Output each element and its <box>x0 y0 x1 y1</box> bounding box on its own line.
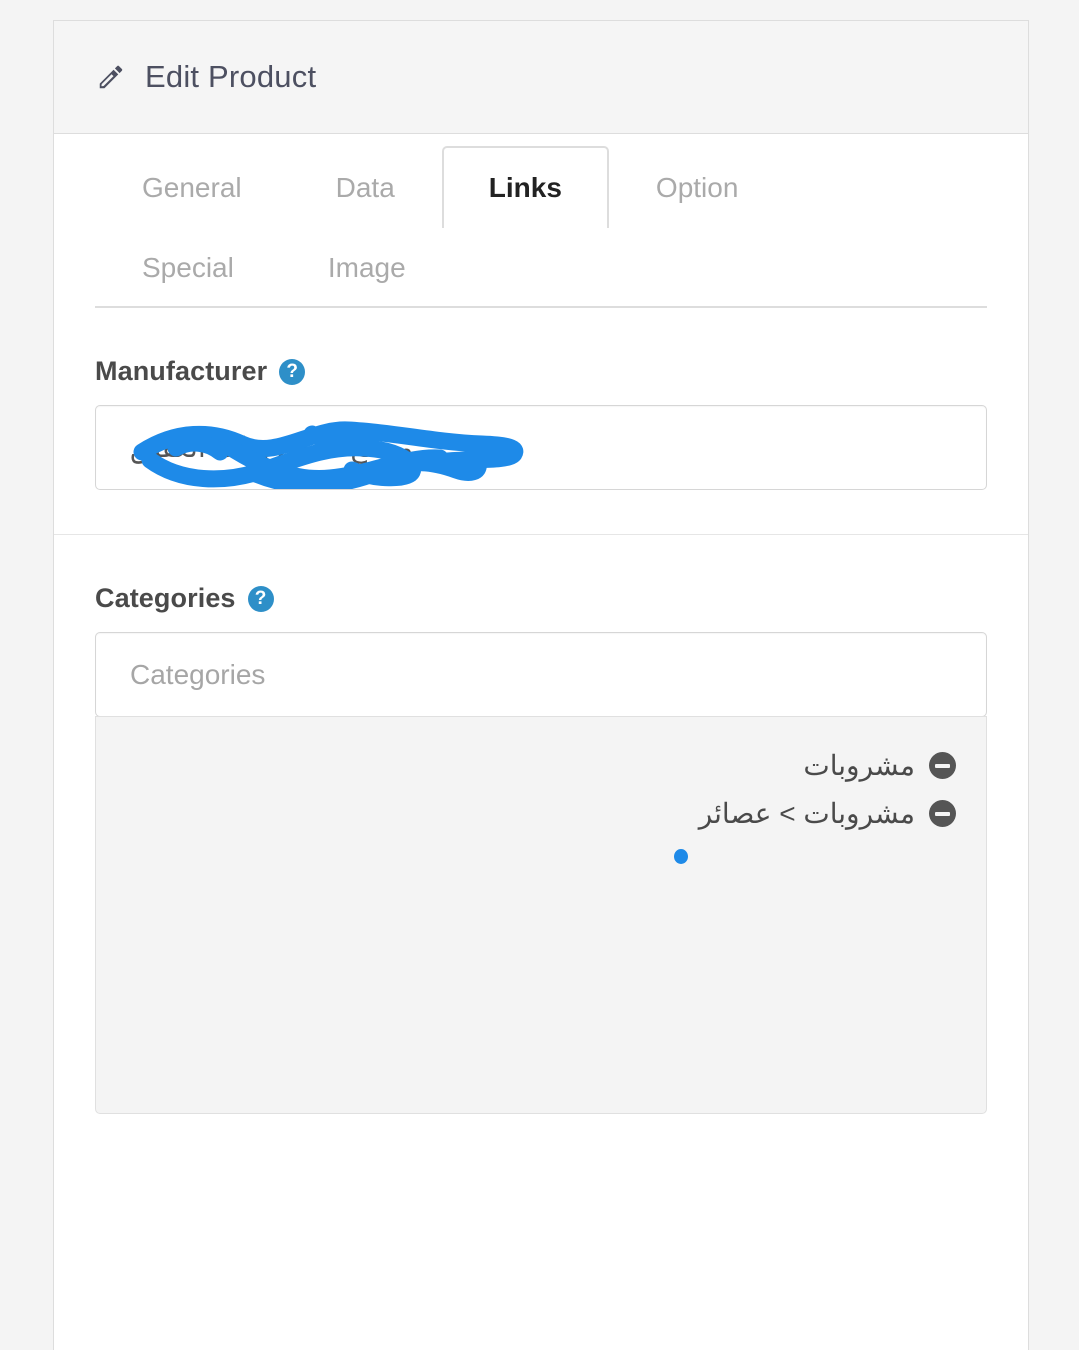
tab-special[interactable]: Special <box>95 226 281 308</box>
categories-input[interactable] <box>95 632 987 717</box>
tab-general[interactable]: General <box>95 146 289 228</box>
manufacturer-input-value: مصنع المشروبات العقيق <box>130 432 414 463</box>
tab-option[interactable]: Option <box>609 146 786 228</box>
question-circle-icon[interactable]: ? <box>247 585 274 612</box>
list-item-label: مشروبات <box>803 749 915 781</box>
manufacturer-form-group: Manufacturer ? مصنع المشروبات العقيق <box>54 308 1028 534</box>
annotation-dot <box>674 849 688 864</box>
categories-label-row: Categories ? <box>95 583 987 614</box>
tab-links[interactable]: Links <box>441 146 609 228</box>
manufacturer-label-row: Manufacturer ? <box>95 356 987 387</box>
minus-circle-icon[interactable] <box>929 799 956 827</box>
card-header: Edit Product <box>54 21 1028 134</box>
edit-product-card: Edit Product General Data Links Option S… <box>53 20 1029 1350</box>
list-item[interactable]: مشروبات <box>126 741 956 789</box>
minus-circle-icon[interactable] <box>929 751 956 779</box>
page-title: Edit Product <box>145 59 317 94</box>
list-item-label: مشروبات > عصائر <box>698 797 915 829</box>
manufacturer-label: Manufacturer <box>95 356 268 386</box>
categories-label: Categories <box>95 583 236 613</box>
categories-selected-list: مشروبات مشروبات > عصائر <box>95 716 987 1114</box>
pencil-icon <box>99 65 123 89</box>
tab-list: General Data Links Option Special Image <box>95 134 987 308</box>
question-circle-icon[interactable]: ? <box>279 358 306 385</box>
card-body: General Data Links Option Special Image … <box>54 134 1028 1158</box>
list-item[interactable]: مشروبات > عصائر <box>126 789 956 837</box>
manufacturer-input[interactable]: مصنع المشروبات العقيق <box>95 405 987 490</box>
categories-form-group: Categories ? مشروبات مشروبات > عصائر <box>54 534 1028 1158</box>
tab-image[interactable]: Image <box>281 226 453 308</box>
tab-data[interactable]: Data <box>289 146 442 228</box>
